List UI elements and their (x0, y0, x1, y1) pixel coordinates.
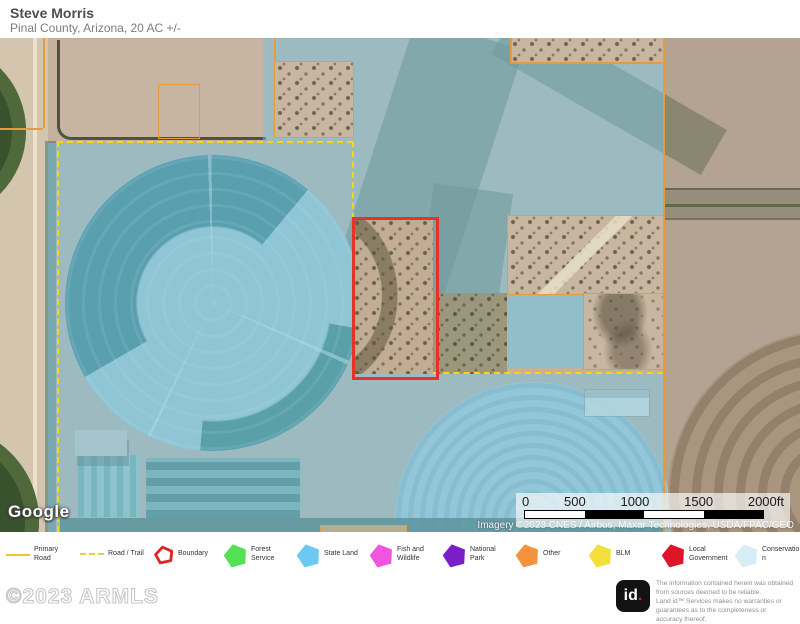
road-trail-line (352, 141, 354, 219)
parcel-outline (158, 84, 200, 139)
legend-item-blm: BLM (589, 544, 655, 566)
legend-item-national-park: National Park (443, 544, 509, 566)
legend-item-other: Other (516, 544, 582, 566)
road-trail-line (57, 141, 353, 143)
left-dirt-road (33, 38, 37, 532)
legend-item-boundary: Boundary (154, 545, 217, 564)
state-land-overlay (263, 38, 510, 62)
land-id-logo: id. (616, 580, 650, 612)
national-park-icon (441, 541, 469, 568)
canal-line (663, 204, 800, 207)
fish-wildlife-icon (368, 541, 396, 568)
legend-item-road-trail: Road / Trail (80, 550, 147, 558)
legend-item-fish-wildlife: Fish and Wildlife (370, 544, 436, 566)
other-icon (514, 541, 542, 568)
primary-road-line (510, 38, 512, 62)
primary-road-line (663, 38, 665, 532)
scale-tick-label: 1000 (620, 494, 649, 509)
road-trail-line (433, 372, 663, 374)
scale-tick-label: 2000ft (748, 494, 784, 509)
scale-bar-segments (524, 510, 764, 519)
blm-icon (587, 541, 615, 568)
state-land-overlay (433, 217, 507, 293)
boundary-icon (152, 543, 176, 566)
conservation-icon (733, 541, 761, 568)
state-land-overlay (48, 143, 352, 532)
road-trail-line (57, 141, 59, 532)
satellite-map[interactable]: Google Imagery ©2023 CNES / Airbus, Maxa… (0, 38, 800, 532)
map-legend: Primary Road Road / Trail Boundary Fores… (0, 532, 800, 577)
local-government-icon (660, 541, 688, 568)
state-land-overlay-square (507, 293, 583, 368)
legend-item-primary-road: Primary Road (6, 546, 73, 563)
state-land-overlay (352, 143, 663, 217)
scale-tick-label: 500 (564, 494, 586, 509)
property-boundary (352, 217, 439, 380)
private-parcel (510, 38, 663, 62)
report-footer: ©2023 ARMLS id. The information containe… (0, 577, 800, 618)
scale-tick-label: 1500 (684, 494, 713, 509)
legend-item-conservation: Conservation (735, 544, 800, 566)
private-parcel (583, 293, 665, 370)
primary-road-icon (6, 554, 30, 556)
primary-road-line (510, 62, 663, 64)
state-land-icon (295, 541, 323, 568)
google-logo[interactable]: Google (8, 502, 70, 522)
primary-road-line (274, 38, 276, 61)
primary-road-line (0, 128, 43, 130)
armls-copyright: ©2023 ARMLS (6, 585, 159, 609)
road-trail-icon (80, 553, 104, 555)
owner-name: Steve Morris (10, 5, 94, 21)
report-header: Steve Morris Pinal County, Arizona, 20 A… (0, 0, 800, 38)
property-description: Pinal County, Arizona, 20 AC +/- (10, 21, 181, 35)
wash-parcel (433, 293, 507, 374)
forest-service-icon (222, 541, 250, 568)
map-scale-bar: 0 500 1000 1500 2000ft (516, 493, 790, 527)
disclaimer-text: The information contained herein was obt… (656, 580, 794, 624)
private-parcel (507, 215, 665, 295)
primary-road-line (43, 38, 45, 128)
parcel-outline (320, 525, 407, 532)
legend-item-local-government: Local Government (662, 544, 728, 566)
legend-item-state-land: State Land (297, 544, 363, 566)
private-parcel (274, 61, 354, 138)
scale-tick-label: 0 (522, 494, 529, 509)
disclaimer-block: id. The information contained herein was… (616, 580, 794, 624)
legend-item-forest-service: Forest Service (224, 544, 290, 566)
